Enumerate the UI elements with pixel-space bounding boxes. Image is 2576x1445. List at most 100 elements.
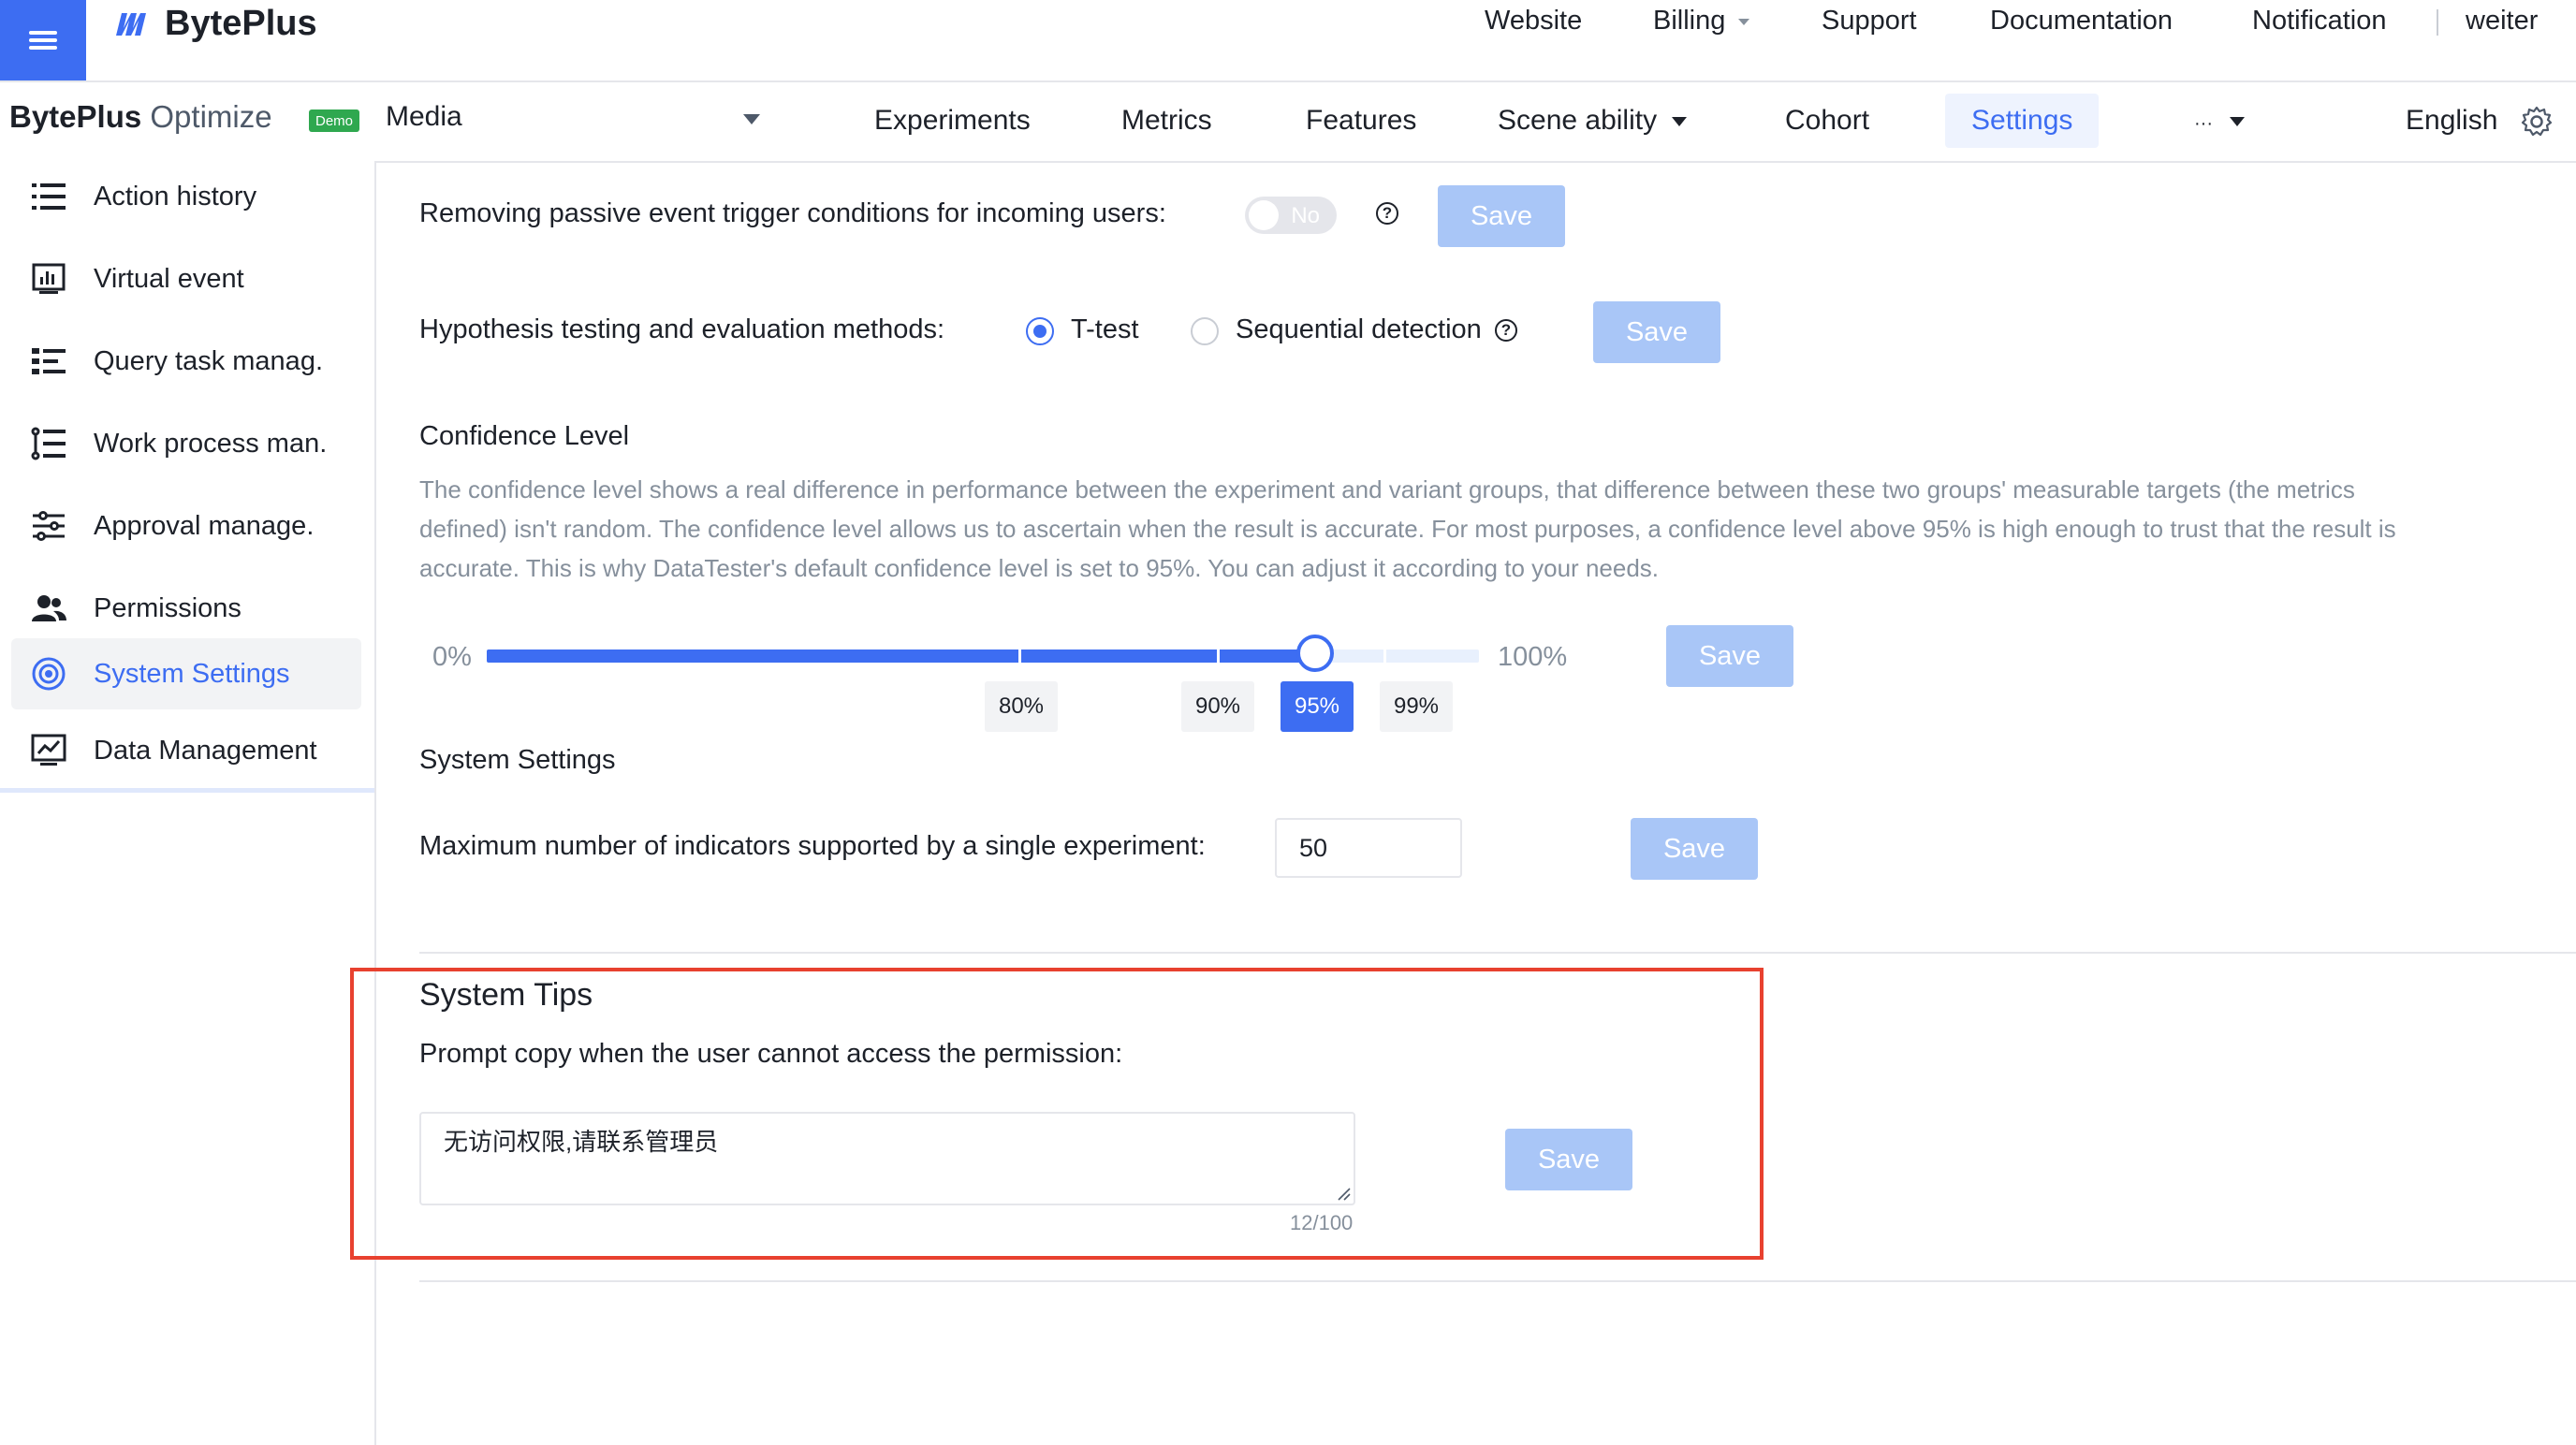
confidence-description-line-1: The confidence level shows a real differ… (419, 475, 2355, 504)
slider-max-label: 100% (1498, 642, 1568, 672)
confidence-slider-fill (487, 650, 1314, 663)
slider-tick (1383, 650, 1386, 663)
divider (2437, 9, 2438, 36)
sidebar-item-label: Permissions (94, 592, 242, 623)
nav-support[interactable]: Support (1822, 6, 1917, 36)
confidence-description-line-2: defined) isn't random. The confidence le… (419, 515, 2396, 543)
nav-website[interactable]: Website (1485, 6, 1582, 36)
app-selector[interactable]: Media (386, 101, 760, 139)
target-icon (28, 653, 69, 694)
slider-min-label: 0% (432, 642, 472, 672)
nav-billing[interactable]: Billing (1653, 6, 1750, 36)
max-indicators-input[interactable]: 50 (1275, 818, 1462, 878)
radio-sequential-label[interactable]: Sequential detection (1236, 314, 1482, 345)
tab-experiments[interactable]: Experiments (874, 94, 1031, 148)
slider-mark-99[interactable]: 99% (1380, 681, 1453, 732)
save-button-passive-event[interactable]: Save (1438, 185, 1565, 247)
sidebar-item-label: Virtual event (94, 263, 244, 294)
language-selector[interactable]: English (2406, 94, 2497, 148)
sidebar: Action history Virtual event Query task … (0, 161, 376, 1445)
app-selector-value: Media (386, 101, 462, 132)
tab-settings[interactable]: Settings (1945, 94, 2100, 148)
chevron-down-icon (1738, 18, 1750, 25)
sidebar-item-data-management[interactable]: Data Management (11, 715, 361, 786)
prompt-copy-textarea[interactable]: 无访问权限,请联系管理员 (419, 1112, 1355, 1205)
slider-tick (1018, 650, 1021, 663)
slider-mark-80[interactable]: 80% (985, 681, 1058, 732)
section-divider (419, 952, 2576, 954)
task-list-icon (28, 341, 69, 382)
sidebar-item-work-process[interactable]: Work process man. (11, 408, 361, 479)
more-icon: ··· (2194, 113, 2213, 134)
save-button-max-indicators[interactable]: Save (1631, 818, 1758, 880)
tab-metrics[interactable]: Metrics (1121, 94, 1212, 148)
sidebar-item-system-settings[interactable]: System Settings (11, 638, 361, 709)
sidebar-item-label: Action history (94, 181, 257, 212)
help-icon[interactable]: ? (1495, 319, 1517, 342)
process-list-icon (28, 423, 69, 464)
sidebar-item-approval[interactable]: Approval manage. (11, 490, 361, 562)
save-button-system-tips[interactable]: Save (1505, 1129, 1632, 1190)
sidebar-item-permissions[interactable]: Permissions (11, 573, 361, 644)
tab-features[interactable]: Features (1306, 94, 1416, 148)
hypothesis-label: Hypothesis testing and evaluation method… (419, 314, 945, 344)
gear-icon[interactable] (2520, 105, 2554, 139)
tab-more[interactable]: ··· (2194, 94, 2245, 148)
byteplus-logo-icon (116, 13, 146, 36)
confidence-description-line-3: accurate. This is why DataTester's defau… (419, 554, 1660, 582)
slider-mark-95[interactable]: 95% (1281, 681, 1354, 732)
slider-tick (1217, 650, 1220, 663)
sidebar-item-label: Work process man. (94, 428, 328, 459)
sidebar-item-label: Approval manage. (94, 510, 315, 541)
chevron-down-icon (1672, 117, 1688, 127)
sidebar-item-query-task[interactable]: Query task manag. (11, 326, 361, 397)
byteplus-logo[interactable]: BytePlus (114, 0, 317, 47)
monitor-chart-icon (28, 730, 69, 771)
logo-text: BytePlus (165, 3, 317, 43)
save-button-confidence[interactable]: Save (1666, 625, 1793, 687)
nav-documentation[interactable]: Documentation (1990, 6, 2173, 36)
menu-icon (29, 27, 57, 53)
brand-product: Optimize (150, 99, 272, 134)
sidebar-bottom-border (0, 788, 374, 793)
product-brand: BytePlus Optimize (9, 99, 272, 135)
sidebar-item-label: Query task manag. (94, 345, 323, 376)
top-bar (0, 0, 2576, 82)
demo-badge: Demo (309, 109, 359, 132)
tab-scene-ability[interactable]: Scene ability (1498, 94, 1688, 148)
system-settings-title: System Settings (419, 745, 616, 775)
tab-scene-ability-label: Scene ability (1498, 105, 1658, 136)
sidebar-item-label: System Settings (94, 658, 290, 689)
toggle-knob (1249, 200, 1279, 230)
confidence-title: Confidence Level (419, 421, 630, 451)
nav-notification[interactable]: Notification (2252, 6, 2386, 36)
tab-cohort[interactable]: Cohort (1785, 94, 1869, 148)
nav-billing-label: Billing (1653, 6, 1726, 36)
resize-handle-icon[interactable] (1337, 1187, 1352, 1202)
radio-t-test[interactable] (1026, 317, 1054, 345)
max-indicators-label: Maximum number of indicators supported b… (419, 831, 1206, 861)
sliders-icon (28, 505, 69, 547)
help-icon[interactable]: ? (1376, 202, 1398, 225)
save-button-hypothesis[interactable]: Save (1593, 301, 1720, 363)
sidebar-item-label: Data Management (94, 735, 317, 766)
char-count: 12/100 (1290, 1211, 1354, 1234)
sidebar-item-virtual-event[interactable]: Virtual event (11, 243, 361, 314)
passive-event-label: Removing passive event trigger condition… (419, 198, 1166, 228)
toggle-text: No (1291, 203, 1320, 228)
slider-mark-90[interactable]: 90% (1181, 681, 1254, 732)
confidence-slider-handle[interactable] (1296, 635, 1334, 672)
chart-board-icon (28, 258, 69, 299)
chevron-down-icon (743, 114, 760, 124)
brand-name: BytePlus (9, 99, 142, 134)
passive-event-toggle[interactable]: No (1245, 197, 1337, 234)
hamburger-menu-button[interactable] (0, 0, 86, 80)
chevron-down-icon (2229, 117, 2245, 127)
prompt-copy-label: Prompt copy when the user cannot access … (419, 1039, 1123, 1069)
user-menu[interactable]: weiter (2466, 6, 2538, 36)
sidebar-item-action-history[interactable]: Action history (11, 161, 361, 232)
system-tips-title: System Tips (419, 977, 593, 1013)
radio-sequential-detection[interactable] (1191, 317, 1219, 345)
list-icon (28, 176, 69, 217)
radio-t-test-label[interactable]: T-test (1071, 314, 1139, 345)
